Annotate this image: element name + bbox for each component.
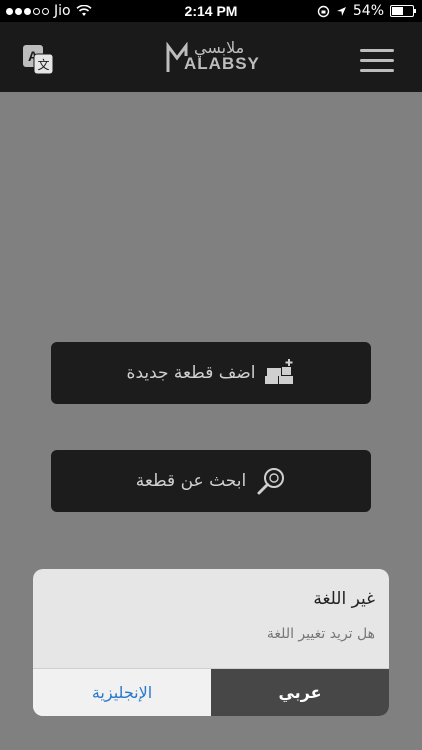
logo-text: ALABSY xyxy=(184,54,260,73)
rotation-lock-icon xyxy=(317,5,330,17)
alert-buttons: الإنجليزية عربي xyxy=(33,668,389,716)
logo-arabic-text: ملابسي xyxy=(194,38,245,57)
menu-icon-bar xyxy=(360,49,394,52)
change-language-alert: غير اللغة هل تريد تغيير اللغة الإنجليزية… xyxy=(33,569,389,716)
location-icon xyxy=(336,6,346,16)
battery-icon xyxy=(390,5,416,17)
menu-icon-bar xyxy=(360,59,394,62)
search-clothes-icon xyxy=(257,468,285,495)
english-button[interactable]: الإنجليزية xyxy=(33,669,211,716)
alert-title: غير اللغة xyxy=(313,589,375,609)
add-clothes-icon xyxy=(265,359,294,384)
arabic-button[interactable]: عربي xyxy=(211,669,389,716)
menu-button[interactable] xyxy=(360,49,394,75)
battery-percentage: 54% xyxy=(352,3,384,19)
menu-icon-bar xyxy=(360,69,394,72)
nav-bar: A 文 ALABSY ملابسي xyxy=(0,22,422,92)
svg-text:文: 文 xyxy=(37,57,49,72)
status-right: 54% xyxy=(317,3,416,19)
translate-icon[interactable]: A 文 xyxy=(22,44,54,76)
alert-message: هل تريد تغيير اللغة xyxy=(266,626,375,642)
status-bar: Jio 2:14 PM 54% xyxy=(0,0,422,22)
app-logo: ALABSY ملابسي xyxy=(166,38,260,74)
add-new-item-label: اضف قطعة جديدة xyxy=(126,363,256,383)
search-item-label: ابحث عن قطعة xyxy=(135,471,247,491)
search-item-button[interactable]: ابحث عن قطعة xyxy=(51,450,371,512)
add-new-item-button[interactable]: اضف قطعة جديدة xyxy=(51,342,371,404)
